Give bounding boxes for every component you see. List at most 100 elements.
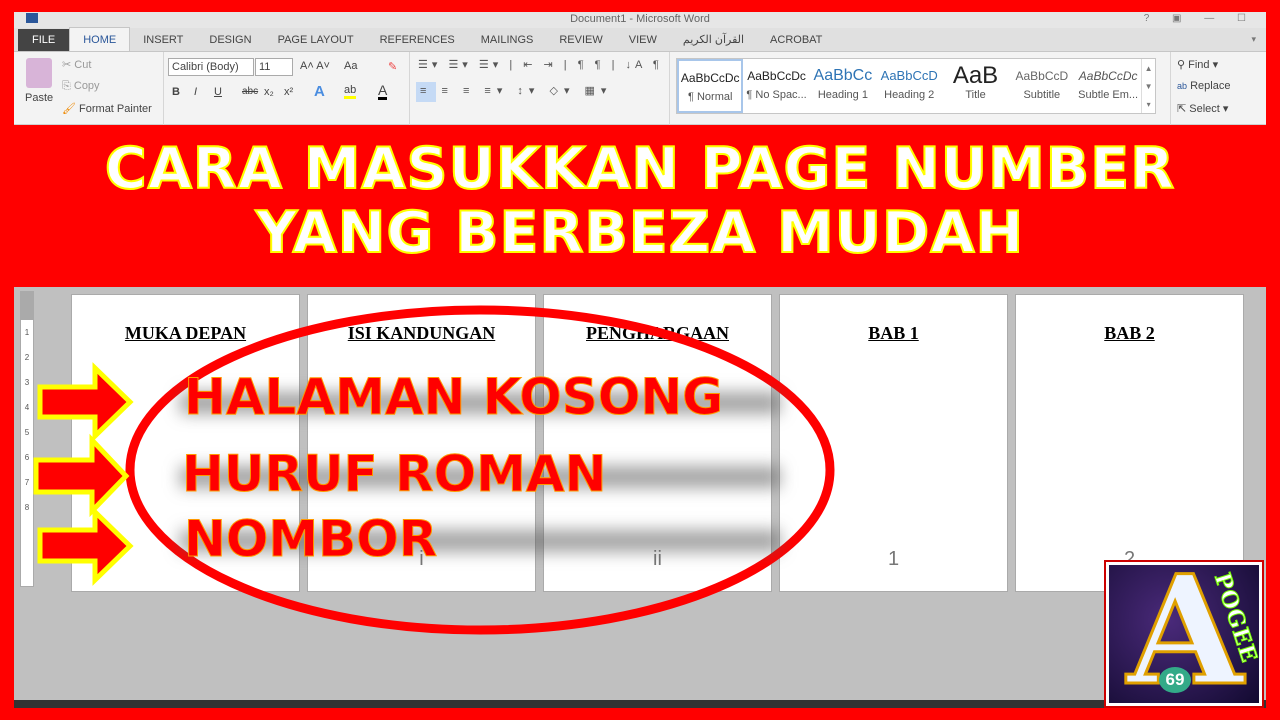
styles-gallery: AaBbCcDc ¶ Normal AaBbCcDc ¶ No Spac... Aa… bbox=[676, 58, 1156, 114]
strikethrough-button[interactable]: abc bbox=[242, 86, 258, 97]
cursor-icon: ⇱ bbox=[1177, 103, 1187, 115]
clear-formatting-icon[interactable]: ✎ bbox=[388, 60, 397, 73]
binoculars-icon: ⚲ bbox=[1177, 59, 1186, 71]
italic-button[interactable]: I bbox=[194, 86, 197, 98]
tab-design[interactable]: DESIGN bbox=[196, 29, 264, 51]
replace-label: Replace bbox=[1190, 80, 1231, 92]
style-name: Heading 1 bbox=[817, 89, 868, 101]
editing-group: ⚲ Find ▾ ab Replace ⇱ Select ▾ bbox=[1170, 52, 1250, 125]
style-subtitle[interactable]: AaBbCcD Subtitle bbox=[1009, 59, 1075, 113]
word-logo-icon bbox=[26, 13, 38, 23]
style-subtle-emphasis[interactable]: AaBbCcDc Subtle Em... bbox=[1075, 59, 1141, 113]
ruler-mark: 4 bbox=[24, 403, 30, 412]
tab-references[interactable]: REFERENCES bbox=[367, 29, 468, 51]
title-bar: Document1 - Microsoft Word ? ▣ — ☐ bbox=[14, 12, 1266, 28]
copy-icon: ⎘ bbox=[62, 80, 71, 92]
tab-insert[interactable]: INSERT bbox=[130, 29, 196, 51]
word-window: Document1 - Microsoft Word ? ▣ — ☐ FILE … bbox=[14, 12, 1266, 708]
cut-label: Cut bbox=[74, 59, 92, 71]
ribbon-tabs: FILE HOME INSERT DESIGN PAGE LAYOUT REFE… bbox=[14, 27, 1266, 52]
style-preview: AaBbCcDc bbox=[680, 71, 740, 85]
font-size-select[interactable]: 11 bbox=[255, 58, 293, 76]
page-heading: ISI KANDUNGAN bbox=[347, 323, 496, 343]
select-label: Select bbox=[1189, 103, 1220, 115]
styles-scroll[interactable]: ▲ ▼ ▾ bbox=[1141, 59, 1155, 113]
style-name: Subtle Em... bbox=[1078, 89, 1139, 101]
style-title[interactable]: AaB Title bbox=[942, 59, 1008, 113]
copy-label: Copy bbox=[73, 80, 100, 92]
page-4[interactable]: BAB 1 1 bbox=[779, 294, 1008, 592]
tab-quran[interactable]: القرآن الكريم bbox=[670, 29, 757, 51]
page-number: 2 bbox=[1123, 548, 1136, 570]
highlight-icon[interactable]: ab bbox=[344, 84, 357, 99]
page-5[interactable]: BAB 2 2 bbox=[1015, 294, 1244, 592]
page-heading: BAB 1 bbox=[868, 323, 919, 343]
underline-button[interactable]: U bbox=[214, 86, 222, 98]
ruler-mark: 8 bbox=[24, 503, 30, 512]
page-number: ii bbox=[653, 548, 662, 570]
window-controls[interactable]: ? ▣ — ☐ bbox=[1144, 12, 1256, 26]
ruler-mark: 6 bbox=[24, 453, 30, 462]
style-name: ¶ Normal bbox=[688, 91, 733, 103]
collapse-ribbon-icon[interactable]: ▾ bbox=[1251, 34, 1256, 45]
vertical-ruler[interactable]: 1 2 3 4 5 6 7 8 bbox=[20, 291, 34, 587]
font-name-select[interactable]: Calibri (Body) bbox=[168, 58, 254, 76]
page-2[interactable]: ISI KANDUNGAN i bbox=[307, 294, 536, 592]
tab-page-layout[interactable]: PAGE LAYOUT bbox=[265, 29, 367, 51]
grow-shrink-font-icons[interactable]: A˄ A˅ bbox=[300, 60, 330, 72]
format-painter-button[interactable]: 🖌 Format Painter bbox=[62, 102, 152, 115]
font-group: Calibri (Body) 11 A˄ A˅ Aa ✎ B I U abc x… bbox=[164, 52, 410, 125]
change-case-button[interactable]: Aa bbox=[344, 60, 357, 72]
ruler-mark: 2 bbox=[24, 353, 30, 362]
superscript-button[interactable]: x² bbox=[284, 86, 293, 98]
find-label: Find bbox=[1188, 59, 1210, 71]
font-color-icon[interactable]: A bbox=[378, 83, 388, 100]
style-preview: AaBbCcD bbox=[880, 68, 938, 83]
replace-button[interactable]: ab Replace bbox=[1177, 80, 1230, 92]
paste-button[interactable]: Paste bbox=[25, 92, 53, 104]
text-effects-icon[interactable]: A bbox=[314, 83, 325, 100]
page-3[interactable]: PENGHARGAAN ii bbox=[543, 294, 772, 592]
page-number: 1 bbox=[887, 548, 900, 570]
find-button[interactable]: ⚲ Find ▾ bbox=[1177, 58, 1218, 71]
paste-icon[interactable] bbox=[26, 58, 52, 88]
tab-home[interactable]: HOME bbox=[69, 27, 131, 51]
tab-view[interactable]: VIEW bbox=[616, 29, 670, 51]
style-preview: AaBbCcD bbox=[1015, 69, 1069, 83]
cut-button[interactable]: ✂ Cut bbox=[62, 58, 91, 71]
tab-review[interactable]: REVIEW bbox=[546, 29, 615, 51]
page-1[interactable]: MUKA DEPAN bbox=[71, 294, 300, 592]
style-no-spacing[interactable]: AaBbCcDc ¶ No Spac... bbox=[743, 59, 809, 113]
list-buttons[interactable]: ☰▾ ☰▾ ☰▾ | ⇤ ⇥ | ¶ ¶ | ↓A ¶ bbox=[418, 58, 663, 71]
banner-line-1: CARA MASUKKAN PAGE NUMBER bbox=[104, 136, 1176, 202]
tab-mailings[interactable]: MAILINGS bbox=[468, 29, 547, 51]
bold-button[interactable]: B bbox=[172, 86, 180, 98]
page-heading: MUKA DEPAN bbox=[124, 323, 247, 343]
window-title: Document1 - Microsoft Word bbox=[570, 13, 710, 25]
style-preview: AaBbCcDc bbox=[1078, 69, 1138, 83]
style-name: Heading 2 bbox=[884, 89, 935, 101]
status-bar bbox=[14, 700, 1266, 708]
ruler-mark: 7 bbox=[24, 478, 30, 487]
style-heading-2[interactable]: AaBbCcD Heading 2 bbox=[876, 59, 942, 113]
page-number: i bbox=[419, 548, 424, 570]
format-painter-label: Format Painter bbox=[79, 103, 152, 115]
ruler-mark: 3 bbox=[24, 378, 30, 387]
paragraph-group: ☰▾ ☰▾ ☰▾ | ⇤ ⇥ | ¶ ¶ | ↓A ¶ ≡ ≡ ≡ ≡▾ ↕▾ … bbox=[410, 52, 670, 125]
scissors-icon: ✂ bbox=[62, 59, 72, 71]
brush-icon: 🖌 bbox=[62, 103, 76, 115]
replace-icon: ab bbox=[1177, 81, 1188, 91]
tab-acrobat[interactable]: ACROBAT bbox=[757, 29, 835, 51]
page-heading: BAB 2 bbox=[1104, 323, 1155, 343]
select-button[interactable]: ⇱ Select ▾ bbox=[1177, 102, 1228, 115]
title-banner: CARA MASUKKAN PAGE NUMBER YANG BERBEZA M… bbox=[14, 125, 1266, 287]
ribbon: Paste ✂ Cut ⎘ Copy 🖌 Format Painter Cali… bbox=[14, 52, 1266, 125]
style-normal[interactable]: AaBbCcDc ¶ Normal bbox=[677, 59, 744, 113]
style-name: ¶ No Spac... bbox=[746, 89, 807, 101]
copy-button[interactable]: ⎘ Copy bbox=[62, 80, 100, 93]
alignment-buttons[interactable]: ≡ ≡ ≡ ≡▾ ↕▾ ◇▾ ▦▾ bbox=[420, 84, 612, 97]
style-name: Title bbox=[965, 89, 986, 101]
subscript-button[interactable]: x₂ bbox=[264, 86, 274, 98]
tab-file[interactable]: FILE bbox=[18, 29, 70, 51]
style-heading-1[interactable]: AaBbCc Heading 1 bbox=[810, 59, 876, 113]
